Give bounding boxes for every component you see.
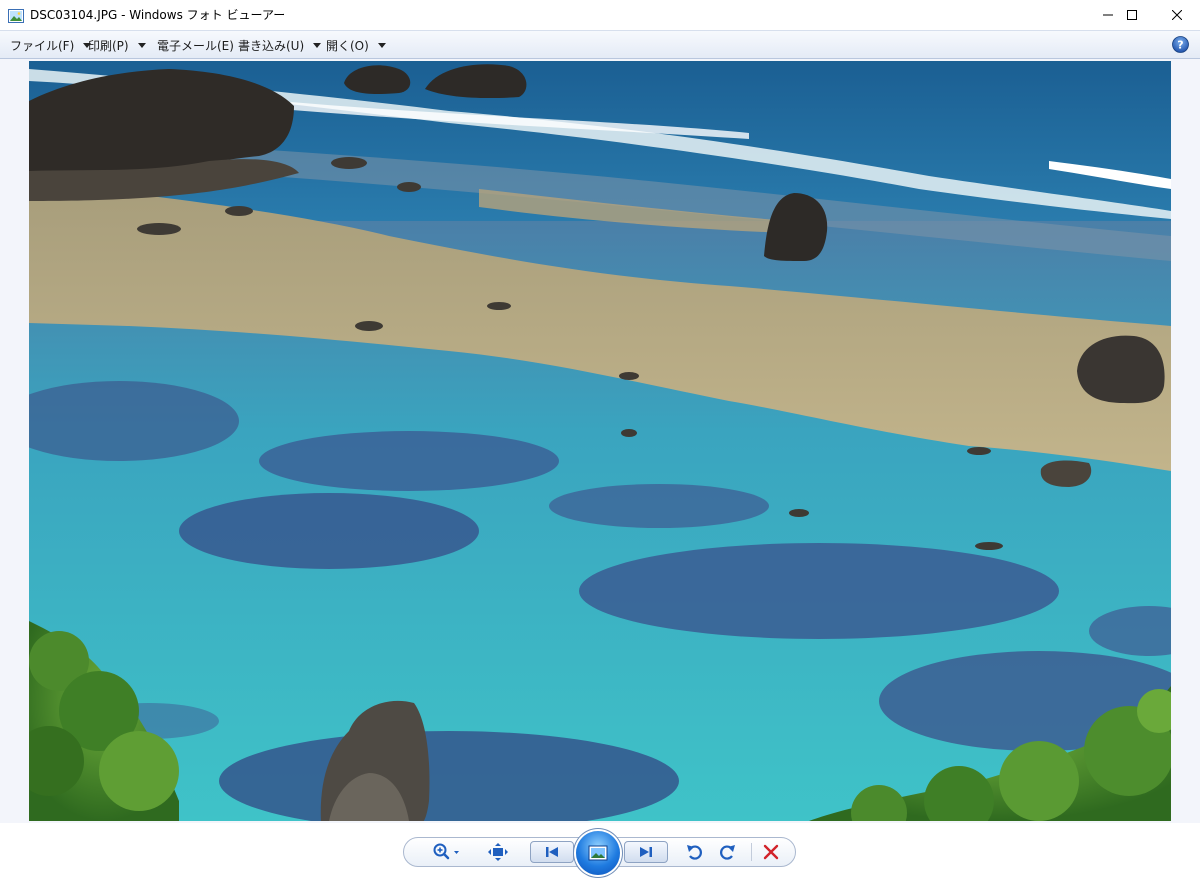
help-button[interactable]: ?: [1172, 36, 1189, 53]
previous-button[interactable]: [530, 841, 574, 863]
chevron-down-icon: [137, 42, 146, 48]
zoom-button[interactable]: [428, 840, 464, 864]
rotate-clockwise-button[interactable]: [715, 840, 739, 864]
rotate-clockwise-icon: [720, 845, 735, 860]
maximize-icon: [1127, 10, 1137, 20]
delete-icon: [763, 844, 779, 860]
next-button[interactable]: [624, 841, 668, 863]
menu-email-label: 電子メール(E): [157, 38, 234, 53]
delete-button[interactable]: [759, 840, 783, 864]
rotate-counterclockwise-button[interactable]: [683, 840, 707, 864]
chevron-down-icon: [377, 42, 386, 48]
image-viewer-area: [0, 59, 1200, 823]
fit-to-window-icon: [488, 843, 508, 861]
close-icon: [1172, 10, 1182, 20]
slideshow-icon: [588, 845, 608, 861]
rotate-counterclockwise-icon: [687, 845, 702, 860]
chevron-down-icon: [313, 42, 322, 48]
menu-print-label: 印刷(P): [88, 38, 129, 53]
fit-to-window-button[interactable]: [486, 840, 510, 864]
menu-email[interactable]: 電子メール(E): [157, 31, 234, 59]
control-separator: [751, 843, 752, 861]
title-bar: DSC03104.JPG - Windows フォト ビューアー: [0, 0, 1200, 30]
close-button[interactable]: [1154, 0, 1200, 30]
menu-open-label: 開く(O): [326, 38, 369, 53]
next-icon: [640, 847, 652, 857]
menu-file-label: ファイル(F): [10, 38, 75, 53]
menu-open[interactable]: 開く(O): [326, 31, 386, 59]
menu-print[interactable]: 印刷(P): [88, 31, 146, 59]
control-bar: [0, 823, 1200, 878]
menu-burn-label: 書き込み(U): [238, 38, 305, 53]
help-icon: ?: [1172, 36, 1189, 53]
window-title: DSC03104.JPG - Windows フォト ビューアー: [30, 8, 286, 22]
menu-file[interactable]: ファイル(F): [10, 31, 92, 59]
svg-text:?: ?: [1177, 39, 1183, 52]
maximize-button[interactable]: [1109, 0, 1155, 30]
photo-viewer-app-icon: [8, 8, 24, 23]
displayed-photo[interactable]: [29, 61, 1171, 821]
previous-icon: [546, 847, 558, 857]
zoom-icon: [433, 843, 459, 860]
slideshow-button[interactable]: [576, 831, 620, 875]
menu-burn[interactable]: 書き込み(U): [238, 31, 322, 59]
menu-bar: ファイル(F) 印刷(P) 電子メール(E) 書き込み(U) 開く(O) ?: [0, 30, 1200, 59]
